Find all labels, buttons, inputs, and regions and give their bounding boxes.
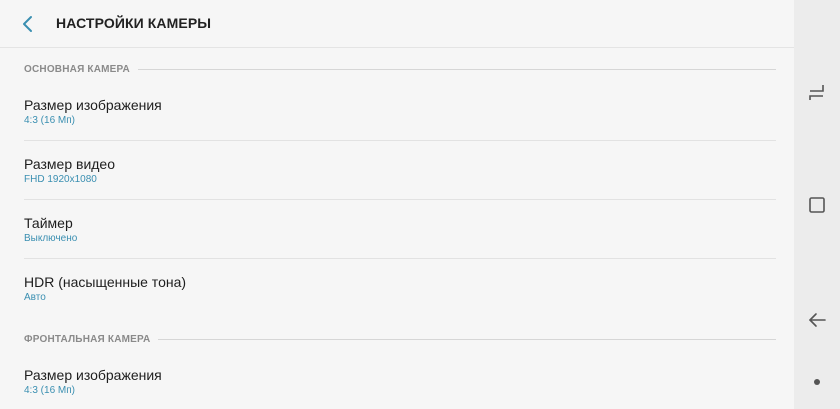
setting-title: Таймер [24, 215, 73, 231]
section-label: ОСНОВНАЯ КАМЕРА [24, 63, 130, 75]
screen: НАСТРОЙКИ КАМЕРЫ ОСНОВНАЯ КАМЕРА Размер … [0, 0, 840, 409]
page-title: НАСТРОЙКИ КАМЕРЫ [56, 15, 212, 31]
navigation-bar [794, 0, 840, 409]
setting-title: Размер изображения [24, 97, 162, 113]
row-divider [24, 258, 776, 259]
row-divider [24, 140, 776, 141]
setting-hdr[interactable]: HDR (насыщенные тона) Авто [0, 274, 776, 332]
chevron-left-icon [23, 16, 32, 32]
section-divider [137, 68, 776, 70]
home-icon [809, 197, 825, 213]
section-header-front-camera: ФРОНТАЛЬНАЯ КАМЕРА [24, 332, 776, 346]
setting-value: 4:3 (16 Мп) [24, 385, 75, 396]
section-divider [158, 338, 776, 340]
recents-icon [809, 85, 824, 100]
back-arrow-icon [809, 313, 826, 327]
app-bar: НАСТРОЙКИ КАМЕРЫ [0, 0, 794, 48]
setting-video-size[interactable]: Размер видео FHD 1920x1080 [0, 156, 776, 214]
dot-icon [814, 379, 820, 385]
setting-image-size[interactable]: Размер изображения 4:3 (16 Мп) [0, 97, 776, 155]
section-header-main-camera: ОСНОВНАЯ КАМЕРА [24, 62, 776, 76]
setting-timer[interactable]: Таймер Выключено [0, 215, 776, 273]
row-divider [24, 199, 776, 200]
section-label: ФРОНТАЛЬНАЯ КАМЕРА [24, 333, 151, 345]
setting-front-image-size[interactable]: Размер изображения 4:3 (16 Мп) [0, 367, 776, 409]
setting-value: Авто [24, 292, 46, 303]
setting-title: HDR (насыщенные тона) [24, 274, 187, 290]
home-button[interactable] [802, 190, 832, 220]
setting-value: FHD 1920x1080 [24, 174, 97, 185]
setting-value: Выключено [24, 233, 78, 244]
setting-title: Размер изображения [24, 367, 162, 383]
nav-back-button[interactable] [802, 305, 832, 335]
setting-value: 4:3 (16 Мп) [24, 115, 75, 126]
setting-title: Размер видео [24, 156, 116, 172]
back-button[interactable] [12, 8, 44, 40]
recents-button[interactable] [802, 77, 832, 107]
settings-content: НАСТРОЙКИ КАМЕРЫ ОСНОВНАЯ КАМЕРА Размер … [0, 0, 794, 409]
